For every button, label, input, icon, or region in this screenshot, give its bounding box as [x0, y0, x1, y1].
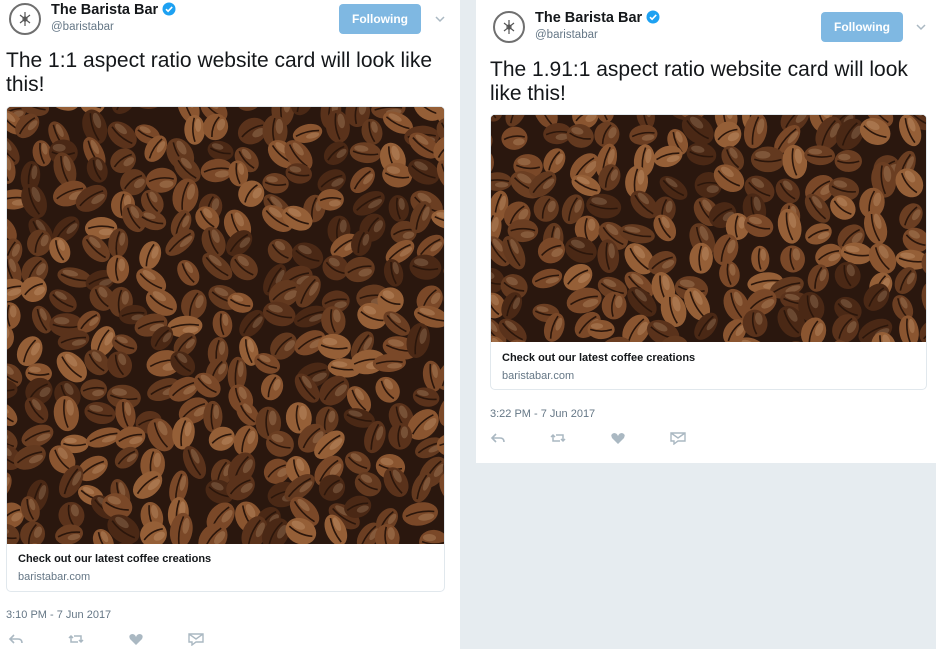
barista-logo-icon: [503, 20, 515, 34]
card-domain: baristabar.com: [502, 370, 575, 382]
tweet-header: The Barista Bar @baristabar Following: [476, 0, 936, 50]
display-name[interactable]: The Barista Bar: [51, 2, 176, 18]
reply-icon[interactable]: [490, 431, 506, 445]
display-name[interactable]: The Barista Bar: [535, 10, 660, 26]
tweet-text: The 1:1 aspect ratio website card will l…: [6, 49, 433, 96]
website-card[interactable]: Check out our latest coffee creations ba…: [490, 114, 927, 390]
coffee-beans-image: [7, 107, 444, 544]
verified-badge-icon: [162, 2, 176, 16]
handle[interactable]: @baristabar: [51, 21, 114, 33]
card-title: Check out our latest coffee creations: [18, 553, 212, 565]
card-domain: baristabar.com: [18, 571, 91, 583]
like-icon[interactable]: [610, 431, 626, 445]
direct-message-icon[interactable]: [188, 632, 204, 646]
handle[interactable]: @baristabar: [535, 29, 598, 41]
timestamp[interactable]: 3:10 PM - 7 Jun 2017: [6, 609, 111, 621]
tweet-text: The 1.91:1 aspect ratio website card wil…: [490, 58, 908, 105]
tweet-header: The Barista Bar @baristabar Following: [0, 0, 460, 50]
retweet-icon[interactable]: [550, 431, 566, 445]
avatar[interactable]: [9, 3, 41, 35]
website-card[interactable]: Check out our latest coffee creations ba…: [6, 106, 445, 592]
card-image[interactable]: [491, 115, 926, 342]
chevron-down-icon[interactable]: [433, 12, 447, 26]
display-name-text: The Barista Bar: [51, 2, 159, 18]
timestamp[interactable]: 3:22 PM - 7 Jun 2017: [490, 408, 595, 420]
tweet-right: The Barista Bar @baristabar Following Th…: [476, 0, 936, 463]
following-button[interactable]: Following: [821, 12, 903, 42]
chevron-down-icon[interactable]: [914, 20, 928, 34]
like-icon[interactable]: [128, 632, 144, 646]
display-name-text: The Barista Bar: [535, 10, 643, 26]
reply-icon[interactable]: [8, 632, 24, 646]
verified-badge-icon: [646, 10, 660, 24]
tweet-actions: [8, 632, 248, 646]
card-image[interactable]: [7, 107, 444, 544]
coffee-beans-image: [491, 115, 926, 342]
direct-message-icon[interactable]: [670, 431, 686, 445]
following-button[interactable]: Following: [339, 4, 421, 34]
barista-logo-icon: [19, 12, 31, 26]
tweet-actions: [490, 431, 730, 445]
retweet-icon[interactable]: [68, 632, 84, 646]
tweet-left: The Barista Bar @baristabar Following Th…: [0, 0, 460, 649]
card-title: Check out our latest coffee creations: [502, 352, 696, 364]
avatar[interactable]: [493, 11, 525, 43]
